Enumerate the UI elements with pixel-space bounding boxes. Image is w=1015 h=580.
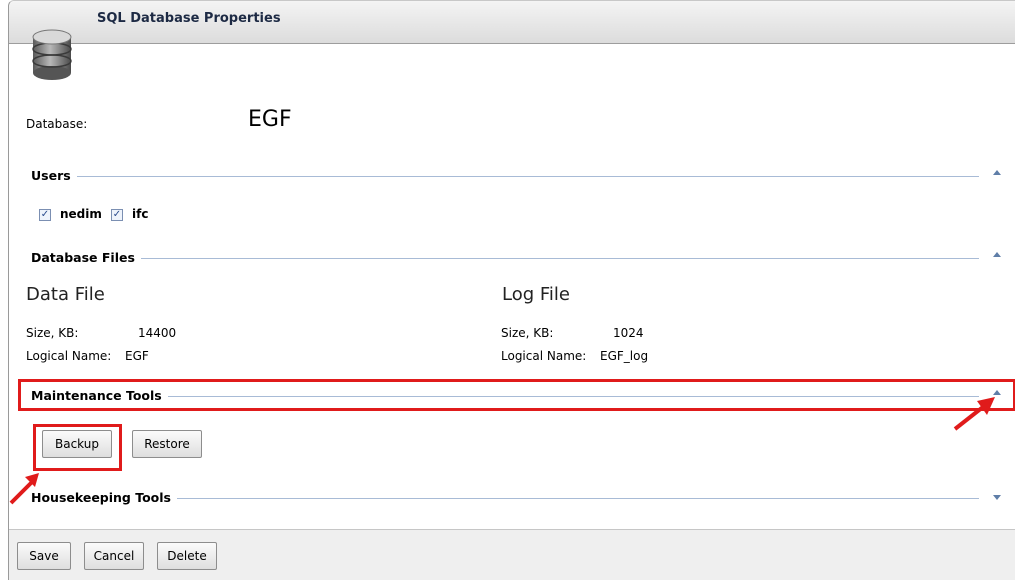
data-size-label: Size, KB:	[26, 326, 79, 340]
user-checkbox-nedim[interactable]: ✓	[39, 209, 51, 221]
users-section-header[interactable]: Users	[31, 168, 1001, 184]
data-size-value: 14400	[138, 326, 177, 340]
collapse-icon[interactable]	[993, 170, 1001, 175]
highlight-box-maintenance	[18, 379, 1015, 411]
database-label: Database:	[26, 117, 88, 131]
database-files-section-header[interactable]: Database Files	[31, 250, 1001, 266]
restore-button[interactable]: Restore	[132, 430, 202, 458]
highlight-box-backup	[33, 424, 122, 471]
log-logical-label: Logical Name:	[501, 349, 587, 363]
user-label-nedim: nedim	[60, 207, 102, 221]
footer-bar: Save Cancel Delete	[9, 529, 1015, 580]
database-files-section-title: Database Files	[31, 250, 141, 265]
log-file-heading: Log File	[502, 284, 570, 305]
sql-database-properties-window: SQL Database Properties Database: EGF Us…	[8, 0, 1015, 580]
data-logical-value: EGF	[125, 349, 149, 363]
section-divider	[31, 176, 979, 177]
section-divider	[31, 258, 979, 259]
database-icon	[32, 29, 72, 80]
save-button[interactable]: Save	[17, 542, 71, 570]
collapse-icon[interactable]	[993, 252, 1001, 257]
database-name: EGF	[248, 107, 292, 132]
window-title: SQL Database Properties	[97, 11, 281, 26]
user-label-ifc: ifc	[132, 207, 149, 221]
delete-button[interactable]: Delete	[157, 542, 217, 570]
housekeeping-tools-section-title: Housekeeping Tools	[31, 490, 177, 505]
cancel-button[interactable]: Cancel	[84, 542, 144, 570]
user-checkbox-ifc[interactable]: ✓	[111, 209, 123, 221]
housekeeping-tools-section-header[interactable]: Housekeeping Tools	[31, 490, 1001, 506]
data-logical-label: Logical Name:	[26, 349, 112, 363]
title-bar[interactable]: SQL Database Properties	[9, 1, 1015, 44]
log-logical-value: EGF_log	[600, 349, 649, 363]
log-size-value: 1024	[613, 326, 644, 340]
red-arrow-icon	[953, 397, 995, 431]
users-section-title: Users	[31, 168, 77, 183]
log-size-label: Size, KB:	[501, 326, 554, 340]
data-file-heading: Data File	[26, 284, 105, 305]
red-arrow-icon	[9, 473, 39, 505]
expand-icon[interactable]	[993, 495, 1001, 500]
